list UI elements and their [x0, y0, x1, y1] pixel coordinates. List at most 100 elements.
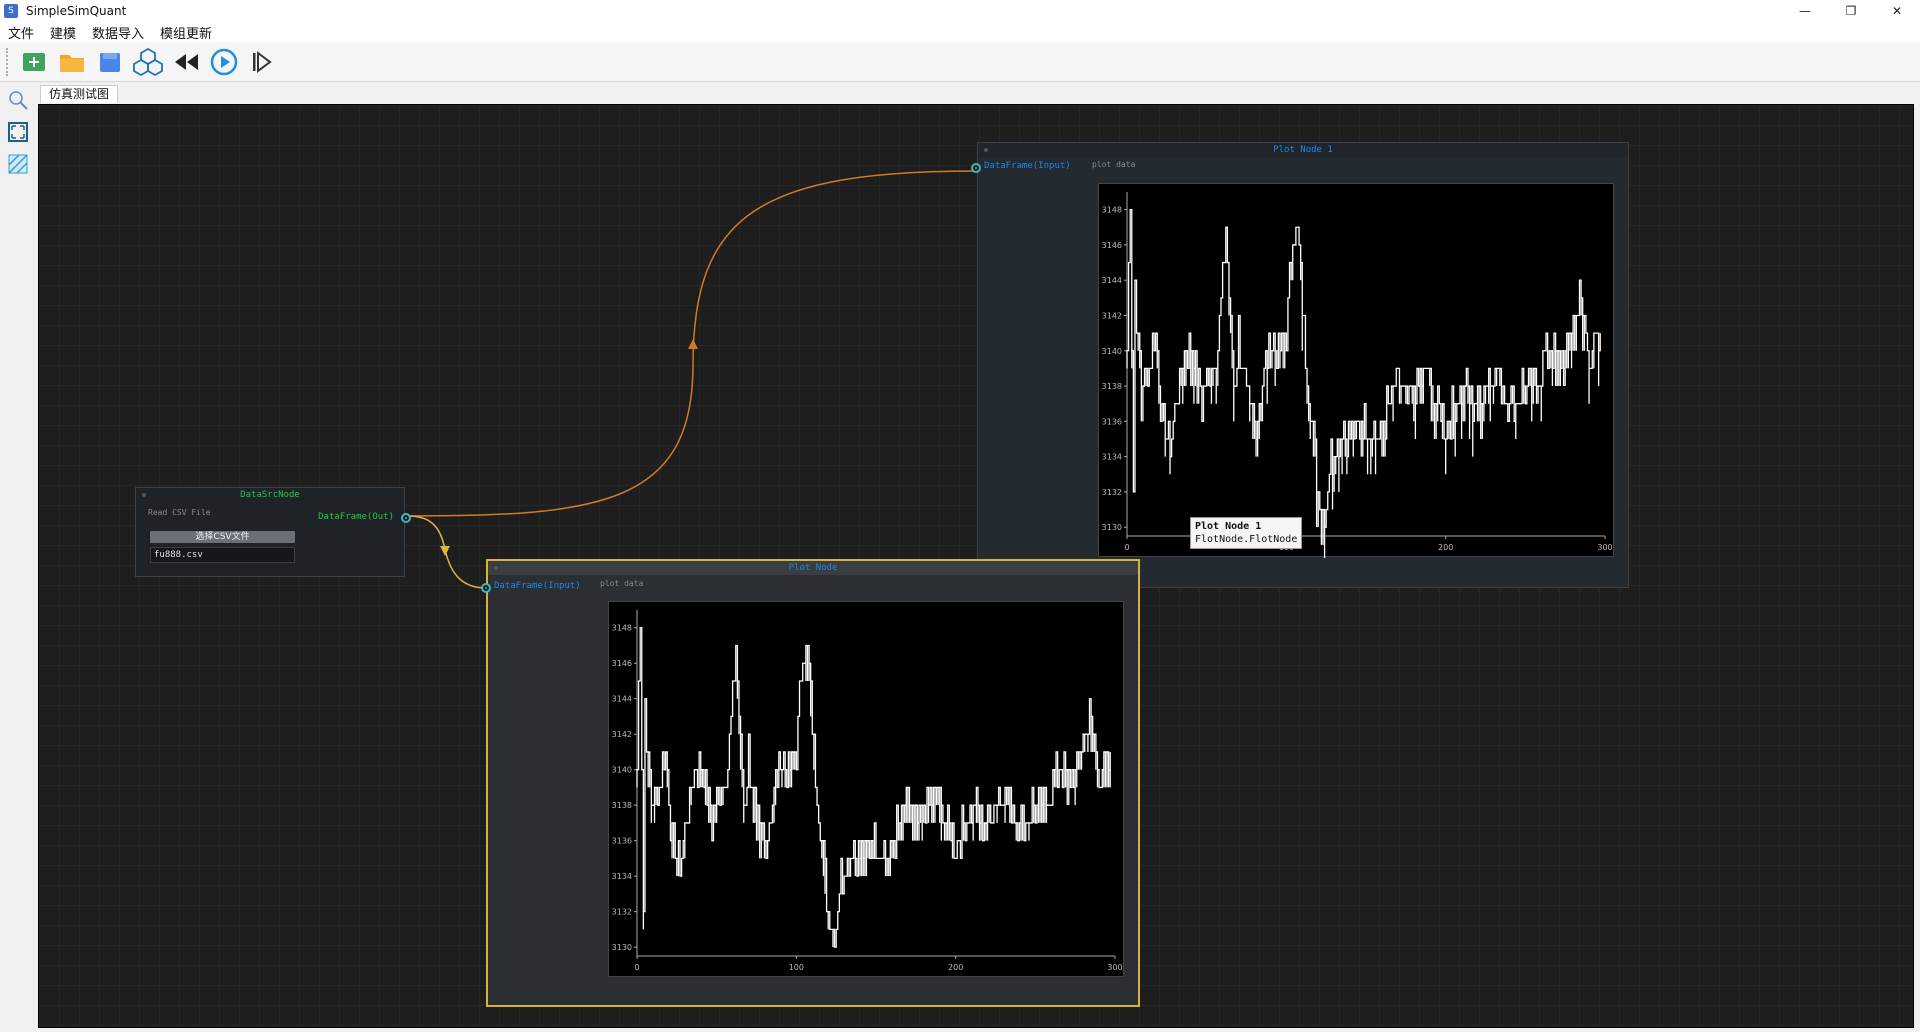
plot-node-1-in-port[interactable] [971, 163, 981, 173]
save-icon [100, 52, 120, 72]
maximize-button[interactable]: ❐ [1828, 0, 1874, 22]
plot-node-1-chart[interactable]: 3130 3132 3134 3136 3138 3140 3142 3144 3146 3148… [1098, 183, 1614, 563]
grid-toggle-button[interactable] [4, 150, 32, 178]
y-tick-label: 3140 [612, 766, 632, 775]
x-tick-label: 100 [789, 963, 804, 972]
node-graph-canvas[interactable]: DataSrcNode Read CSV File DataFrame(Out)… [38, 104, 1914, 1028]
node-collapse-dot[interactable] [494, 566, 498, 570]
plot-node-1-title: Plot Node 1 [1273, 145, 1333, 155]
src-node-title: DataSrcNode [240, 490, 300, 500]
new-button[interactable] [16, 44, 52, 80]
run-button[interactable] [206, 44, 242, 80]
plot-node-2-subtitle: plot data [600, 579, 644, 588]
plot-node-1-subtitle: plot data [1092, 160, 1136, 169]
step-button[interactable] [244, 44, 280, 80]
src-node-subtitle: Read CSV File [148, 508, 211, 517]
wire-arrow-orange [688, 339, 698, 349]
src-out-port[interactable] [401, 513, 411, 523]
wire-arrow-yellow [440, 546, 450, 556]
src-out-port-label: DataFrame(Out) [318, 512, 394, 522]
node-collapse-dot[interactable] [142, 493, 146, 497]
window-controls: — ❐ ✕ [1782, 0, 1920, 22]
plot-node-2-chart[interactable]: 3130 3132 3134 3136 3138 3140 3142 3144 3146 3148… [608, 601, 1124, 977]
chart-svg-1: 3130 3132 3134 3136 3138 3140 3142 3144 3146 3148… [1102, 192, 1613, 563]
data-src-node[interactable]: DataSrcNode Read CSV File DataFrame(Out)… [135, 487, 411, 577]
fit-view-icon [8, 122, 28, 142]
model-button[interactable] [130, 44, 166, 80]
y-tick-label: 3138 [612, 801, 632, 810]
tooltip-subtitle: FlotNode.FlotNode [1195, 534, 1298, 545]
menu-module-update[interactable]: 模组更新 [152, 23, 220, 42]
x-tick-label: 0 [634, 963, 639, 972]
y-tick-label: 3144 [1102, 276, 1122, 285]
tab-sim-graph[interactable]: 仿真测试图 [40, 85, 119, 103]
plot-node-2-in-port[interactable] [481, 583, 491, 593]
close-button[interactable]: ✕ [1874, 0, 1920, 22]
plot-node-2[interactable]: Plot Node DataFrame(Input) plot data 313… [481, 559, 1140, 1007]
plot-node-2-title: Plot Node [788, 563, 838, 573]
x-tick-label: 200 [948, 963, 963, 972]
y-tick-label: 3140 [1102, 347, 1122, 356]
csv-file-field[interactable]: fu888.csv [150, 547, 295, 563]
title-bar: S SimpleSimQuant — ❐ ✕ [0, 0, 1920, 22]
menu-data-import[interactable]: 数据导入 [84, 23, 152, 42]
menu-bar: 文件 建模 数据导入 模组更新 [0, 22, 1920, 42]
hatch-grid-icon [8, 154, 28, 174]
y-tick-label: 3138 [1102, 382, 1122, 391]
y-tick-label: 3136 [1102, 417, 1122, 426]
fit-view-button[interactable] [4, 118, 32, 146]
src-node-header: DataSrcNode [136, 488, 404, 502]
price-series-line [1126, 208, 1601, 563]
step-icon [253, 50, 272, 73]
chart-svg-2: 3130 3132 3134 3136 3138 3140 3142 3144 3146 3148… [612, 610, 1123, 972]
app-icon: S [4, 4, 18, 18]
y-tick-label: 3134 [1102, 453, 1122, 462]
plot-node-2-header: Plot Node [488, 561, 1138, 575]
x-tick-label: 300 [1107, 963, 1122, 972]
cubes-icon [133, 47, 163, 76]
choose-csv-button[interactable]: 选择CSV文件 [150, 531, 295, 543]
y-tick-label: 3132 [1102, 488, 1122, 497]
zoom-button[interactable] [4, 86, 32, 114]
folder-icon [60, 54, 84, 72]
y-tick-label: 3134 [612, 872, 632, 881]
menu-model[interactable]: 建模 [42, 23, 84, 42]
minimize-button[interactable]: — [1782, 0, 1828, 22]
rewind-icon [175, 53, 198, 70]
y-tick-label: 3130 [1102, 523, 1122, 532]
y-tick-label: 3130 [612, 943, 632, 952]
plot-node-2-in-label: DataFrame(Input) [494, 581, 581, 591]
y-tick-label: 3148 [612, 624, 632, 633]
toolbar-grip[interactable] [6, 47, 10, 76]
y-tick-label: 3146 [1102, 241, 1122, 250]
tooltip-title: Plot Node 1 [1195, 521, 1262, 532]
x-tick-label: 200 [1438, 543, 1453, 552]
y-tick-label: 3144 [612, 695, 632, 704]
wire-to-plot-node-2 [407, 515, 487, 589]
rewind-button[interactable] [168, 44, 204, 80]
menu-file[interactable]: 文件 [0, 23, 42, 42]
y-tick-label: 3142 [612, 730, 632, 739]
y-tick-label: 3148 [1102, 206, 1122, 215]
add-icon [23, 52, 45, 71]
node-collapse-dot[interactable] [984, 148, 988, 152]
wire-to-plot-node-1 [407, 170, 978, 517]
toolbar [0, 42, 1920, 82]
x-tick-label: 300 [1597, 543, 1612, 552]
save-button[interactable] [92, 44, 128, 80]
open-button[interactable] [54, 44, 90, 80]
plot-node-1-in-label: DataFrame(Input) [984, 161, 1071, 171]
y-tick-label: 3132 [612, 908, 632, 917]
zoom-icon [9, 91, 28, 110]
window-title: SimpleSimQuant [26, 4, 127, 18]
price-series-line [636, 627, 1111, 948]
plot-node-1[interactable]: Plot Node 1 DataFrame(Input) plot data 3… [971, 142, 1629, 588]
left-toolstrip [0, 82, 36, 1032]
play-icon [210, 48, 238, 75]
x-tick-label: 0 [1124, 543, 1129, 552]
y-tick-label: 3136 [612, 837, 632, 846]
node-tooltip: Plot Node 1 FlotNode.FlotNode [1190, 517, 1303, 549]
y-tick-label: 3142 [1102, 311, 1122, 320]
y-tick-label: 3146 [612, 659, 632, 668]
plot-node-1-header: Plot Node 1 [978, 143, 1628, 157]
